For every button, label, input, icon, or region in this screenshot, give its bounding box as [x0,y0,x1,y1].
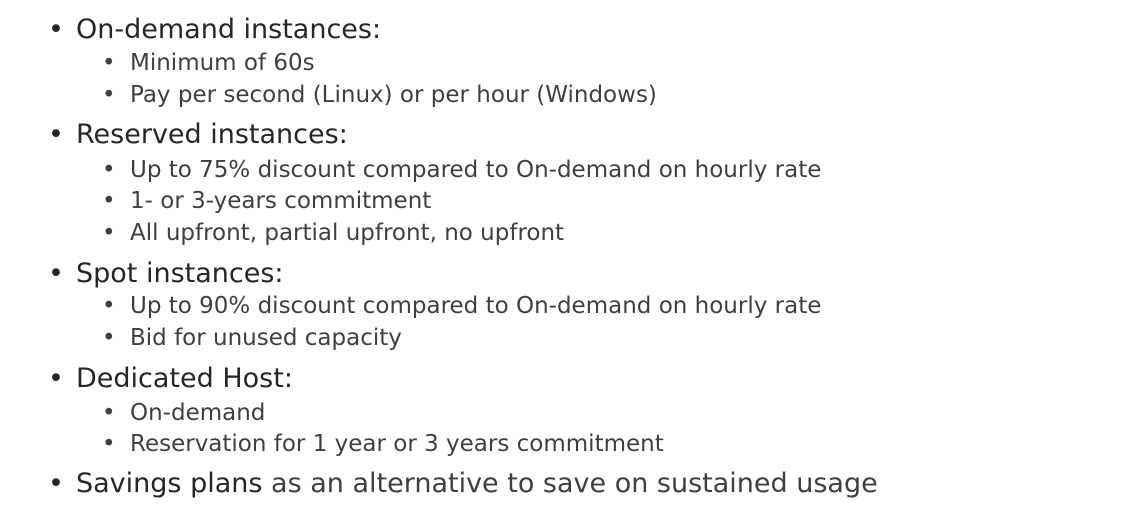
bullet-dot: • [48,468,64,499]
bullet-dot: • [102,50,116,76]
sub-bullet: • All upfront, partial upfront, no upfron… [102,222,564,245]
sub-bullet: • On-demand [102,402,265,425]
sub-item-text: Minimum of 60s [130,50,315,76]
bullet-dedicated-host: • Dedicated Host: [48,365,293,392]
sub-item-text: 1- or 3-years commitment [130,188,432,214]
heading-reserved: Reserved instances: [76,119,348,150]
sub-bullet: • Up to 90% discount compared to On-deman… [102,295,821,318]
sub-item-text: Bid for unused capacity [130,325,402,351]
sub-bullet: • Up to 75% discount compared to On-deman… [102,159,821,182]
bullet-dot: • [48,258,64,289]
slide: • On-demand instances: • Minimum of 60s • P… [0,0,1126,530]
savings-plans-term: Savings plans [76,468,263,499]
bullet-dot: • [102,157,116,183]
bullet-dot: • [102,293,116,319]
bullet-dot: • [102,82,116,108]
bullet-dot: • [102,188,116,214]
sub-item-text: Pay per second (Linux) or per hour (Wind… [130,82,657,108]
sub-item-text: All upfront, partial upfront, no upfront [130,220,565,246]
bullet-dot: • [48,14,64,45]
sub-bullet: • Minimum of 60s [102,52,315,75]
bullet-spot: • Spot instances: [48,260,284,287]
bullet-dot: • [48,363,64,394]
bullet-dot: • [102,220,116,246]
sub-item-text: Up to 90% discount compared to On-demand… [130,293,822,319]
sub-bullet: • Bid for unused capacity [102,327,402,350]
sub-item-text: Up to 75% discount compared to On-demand… [130,157,822,183]
bullet-dot: • [102,400,116,426]
bullet-dot: • [48,119,64,150]
savings-plans-description: as an alternative to save on sustained u… [262,468,878,499]
sub-bullet: • 1- or 3-years commitment [102,190,431,213]
sub-item-text: Reservation for 1 year or 3 years commit… [130,431,664,457]
heading-dedicated-host: Dedicated Host: [76,363,293,394]
bullet-reserved: • Reserved instances: [48,121,348,148]
sub-bullet: • Reservation for 1 year or 3 years commi… [102,433,664,456]
heading-spot: Spot instances: [76,258,284,289]
bullet-on-demand: • On-demand instances: [48,16,381,43]
bullet-dot: • [102,431,116,457]
bullet-savings-plans: • Savings plans as an alternative to save… [48,470,878,497]
heading-on-demand: On-demand instances: [76,14,382,45]
sub-item-text: On-demand [130,400,266,426]
sub-bullet: • Pay per second (Linux) or per hour (Win… [102,84,657,107]
bullet-dot: • [102,325,116,351]
